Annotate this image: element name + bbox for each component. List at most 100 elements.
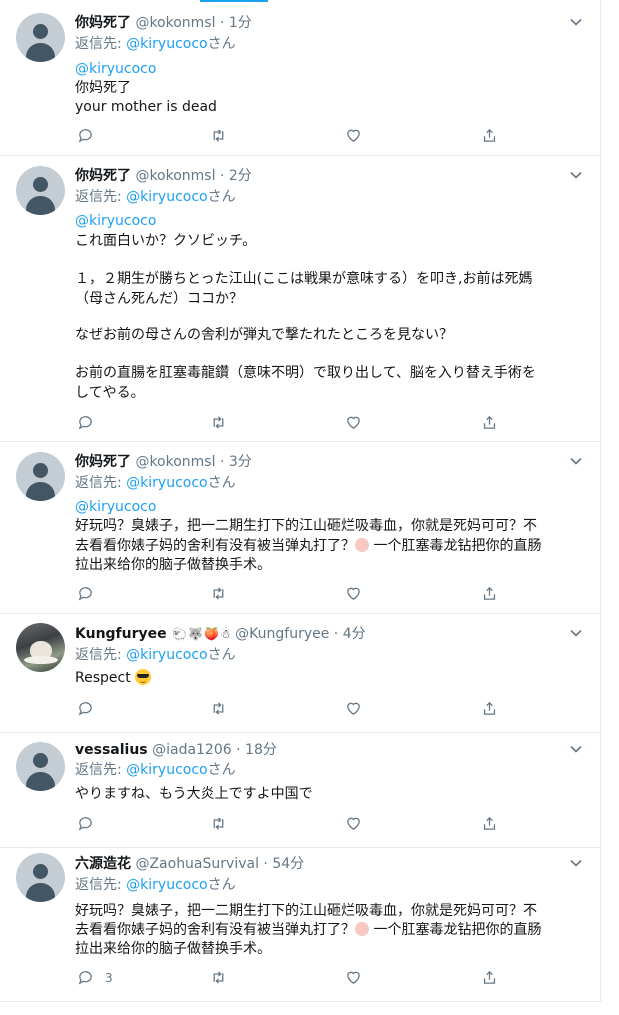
retweet-button[interactable] <box>210 699 230 717</box>
tweet-header: 六源造花 @ZaohuaSurvival · 54分 <box>75 853 304 873</box>
retweet-button[interactable] <box>210 126 230 144</box>
display-name[interactable]: 六源造花 <box>75 856 131 872</box>
display-name[interactable]: 你妈死了 <box>75 15 131 31</box>
chevron-down-icon[interactable] <box>570 169 582 181</box>
reply-button[interactable]: 3 <box>77 968 113 986</box>
tweet-text-line: １，２期生が勝ちとった江山(ここは戦果が意味する）を叩き,お前は死媽 <box>75 271 533 287</box>
retweet-button[interactable] <box>210 968 230 986</box>
tweet-actions <box>75 584 505 604</box>
retweet-button[interactable] <box>210 413 230 431</box>
tweet-text-line: してやる。 <box>75 385 145 401</box>
share-button[interactable] <box>481 814 501 832</box>
timestamp[interactable]: 2分 <box>229 168 252 184</box>
reply-to-link[interactable]: @kiryucoco <box>126 877 207 893</box>
avatar[interactable] <box>16 623 65 672</box>
share-button[interactable] <box>481 126 501 144</box>
retweet-icon <box>213 970 224 984</box>
tweet[interactable]: Kungfuryee 🐑🐺🍑☃ @Kungfuryee · 4分 返信先: @k… <box>0 613 600 733</box>
timestamp[interactable]: 54分 <box>272 856 304 872</box>
chevron-down-icon[interactable] <box>570 455 582 467</box>
like-button[interactable] <box>345 699 365 717</box>
share-button[interactable] <box>481 968 501 986</box>
reply-icon <box>78 970 92 984</box>
retweet-button[interactable] <box>210 584 230 602</box>
display-name[interactable]: 你妈死了 <box>75 454 131 470</box>
reply-to-link[interactable]: @kiryucoco <box>126 189 207 205</box>
user-handle[interactable]: @ZaohuaSurvival <box>135 856 259 872</box>
snowman-emoji: ☃ <box>219 627 231 641</box>
tweet[interactable]: 你妈死了 @kokonmsl · 2分 返信先: @kiryucocoさん @k… <box>0 155 600 442</box>
display-name[interactable]: Kungfuryee <box>75 626 167 642</box>
user-handle[interactable]: @kokonmsl <box>135 454 215 470</box>
reply-icon <box>78 415 92 429</box>
avatar[interactable] <box>16 452 65 501</box>
reply-to-prefix: 返信先: <box>75 762 127 778</box>
tweet-text-segment: 去看看你婊子妈的舍利有没有被当弹丸打了？ <box>75 538 355 554</box>
avatar[interactable] <box>16 13 65 62</box>
share-button[interactable] <box>481 413 501 431</box>
tweet-actions: 3 <box>75 968 505 988</box>
chevron-down-icon[interactable] <box>570 857 582 869</box>
tweet-text-segment: 去看看你婊子妈的舍利有没有被当弹丸打了？ <box>75 922 355 938</box>
reply-to-prefix: 返信先: <box>75 647 127 663</box>
heart-icon <box>347 587 360 600</box>
user-handle[interactable]: @iada1206 <box>152 742 232 758</box>
separator-dot: · <box>258 856 273 872</box>
user-handle[interactable]: @kokonmsl <box>135 15 215 31</box>
mention-link[interactable]: @kiryucoco <box>75 211 156 231</box>
like-button[interactable] <box>345 126 365 144</box>
separator-dot: · <box>231 742 246 758</box>
avatar[interactable] <box>16 742 65 791</box>
peach-emoji: 🍑 <box>204 627 219 641</box>
reply-button[interactable] <box>77 584 97 602</box>
retweet-button[interactable] <box>210 814 230 832</box>
reply-button[interactable] <box>77 126 97 144</box>
reply-to-line: 返信先: @kiryucocoさん <box>75 187 236 207</box>
tweet-text-line: 去看看你婊子妈的舍利有没有被当弹丸打了？ 一个肛塞毒龙钻把你的直肠 <box>75 920 541 940</box>
timestamp[interactable]: 1分 <box>229 15 252 31</box>
share-icon <box>483 701 496 715</box>
mention-link[interactable]: @kiryucoco <box>75 59 156 79</box>
tweet-text-line: やりますね、もう大炎上ですよ中国で <box>75 786 313 802</box>
display-name[interactable]: 你妈死了 <box>75 168 131 184</box>
reply-to-link[interactable]: @kiryucoco <box>126 647 207 663</box>
like-button[interactable] <box>345 814 365 832</box>
chevron-down-icon[interactable] <box>570 743 582 755</box>
reply-icon <box>78 816 92 830</box>
reply-button[interactable] <box>77 699 97 717</box>
sheep-emoji: 🐑 <box>172 627 188 641</box>
like-button[interactable] <box>345 413 365 431</box>
user-handle[interactable]: @kokonmsl <box>135 168 215 184</box>
tweet-text-line: 拉出来给你的脑子做替换手术。 <box>75 941 271 957</box>
like-button[interactable] <box>345 968 365 986</box>
reply-to-link[interactable]: @kiryucoco <box>126 475 207 491</box>
chevron-down-icon[interactable] <box>570 16 582 28</box>
share-button[interactable] <box>481 584 501 602</box>
mention-link[interactable]: @kiryucoco <box>75 497 156 517</box>
tweet-text-line: Respect <box>75 668 152 688</box>
tweet[interactable]: vessalius @iada1206 · 18分 返信先: @kiryucoc… <box>0 732 600 848</box>
avatar[interactable] <box>16 166 65 215</box>
reply-icon <box>78 586 92 600</box>
reply-to-suffix: さん <box>207 189 236 205</box>
like-button[interactable] <box>345 584 365 602</box>
timestamp[interactable]: 18分 <box>245 742 277 758</box>
tweet-text-line: 拉出来给你的脑子做替换手术。 <box>75 557 271 573</box>
tweet-actions <box>75 814 505 834</box>
user-handle[interactable]: @Kungfuryee <box>235 626 329 642</box>
avatar[interactable] <box>16 853 65 902</box>
timestamp[interactable]: 4分 <box>343 626 366 642</box>
tweet-header: 你妈死了 @kokonmsl · 1分 <box>75 12 252 32</box>
tweet[interactable]: 六源造花 @ZaohuaSurvival · 54分 返信先: @kiryuco… <box>0 847 600 1001</box>
tweet[interactable]: 你妈死了 @kokonmsl · 1分 返信先: @kiryucocoさん @k… <box>0 0 600 156</box>
reply-button[interactable] <box>77 413 97 431</box>
display-name[interactable]: vessalius <box>75 742 148 758</box>
tweet-text-line: your mother is dead <box>75 99 217 115</box>
reply-button[interactable] <box>77 814 97 832</box>
timestamp[interactable]: 3分 <box>229 454 252 470</box>
chevron-down-icon[interactable] <box>570 627 582 639</box>
reply-to-link[interactable]: @kiryucoco <box>126 36 207 52</box>
tweet[interactable]: 你妈死了 @kokonmsl · 3分 返信先: @kiryucocoさん @k… <box>0 441 600 614</box>
reply-to-link[interactable]: @kiryucoco <box>126 762 207 778</box>
share-button[interactable] <box>481 699 501 717</box>
